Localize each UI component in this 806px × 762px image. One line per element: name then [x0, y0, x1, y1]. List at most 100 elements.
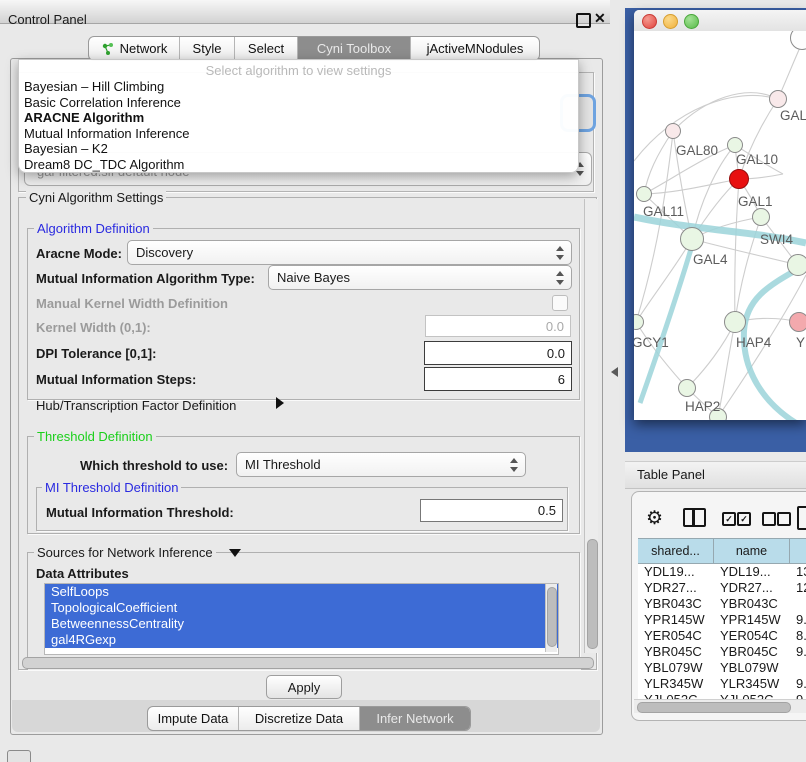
tab-jactivemnodules[interactable]: jActiveMNodules — [410, 37, 539, 60]
split-columns-icon[interactable] — [683, 508, 706, 527]
table-header: shared...nameA — [638, 538, 806, 564]
hub-definition-expander-label[interactable]: Hub/Transcription Factor Definition — [36, 398, 236, 413]
table-cell: 9. — [790, 644, 806, 660]
zoom-button[interactable] — [684, 14, 699, 29]
expand-right-icon[interactable] — [276, 397, 284, 409]
network-node[interactable] — [729, 169, 749, 189]
tab-impute-data[interactable]: Impute Data — [148, 707, 238, 730]
network-node[interactable] — [724, 311, 746, 333]
splitter-collapse-icon[interactable] — [611, 367, 618, 377]
collapse-down-icon[interactable] — [229, 549, 241, 557]
aracne-mode-select[interactable]: Discovery — [127, 240, 572, 265]
tab-network[interactable]: Network — [89, 37, 179, 60]
minimized-panel-button[interactable] — [7, 750, 31, 762]
data-attribute-item[interactable]: BetweennessCentrality — [45, 616, 558, 632]
table-row[interactable]: YLR345WYLR345W9. — [638, 676, 806, 692]
table-hscrollbar[interactable] — [634, 699, 806, 713]
algorithm-option[interactable]: Bayesian – Hill Climbing — [19, 79, 578, 95]
algorithm-placeholder-option: Select algorithm to view settings — [19, 60, 578, 79]
sources-title[interactable]: Sources for Network Inference — [34, 545, 216, 560]
aracne-mode-value: Discovery — [136, 245, 193, 260]
data-attributes-list[interactable]: SelfLoopsTopologicalCoefficientBetweenne… — [44, 583, 559, 655]
table-cell: 8. — [790, 628, 806, 644]
settings-hscrollbar-thumb[interactable] — [22, 657, 594, 669]
kernel-width-label: Kernel Width (0,1): — [36, 320, 151, 335]
node-label: GAL1 — [738, 194, 773, 209]
tab-style[interactable]: Style — [179, 37, 234, 60]
node-label: GAL — [780, 108, 806, 123]
network-node[interactable] — [769, 90, 787, 108]
table-row[interactable]: YBL079WYBL079W — [638, 660, 806, 676]
minimize-button[interactable] — [663, 14, 678, 29]
algorithm-option[interactable]: Dream8 DC_TDC Algorithm — [19, 157, 578, 173]
dpi-tolerance-label: DPI Tolerance [0,1]: — [36, 346, 156, 361]
table-cell: YBL079W — [714, 660, 790, 676]
network-window-titlebar[interactable] — [634, 10, 806, 32]
table-cell: YPR145W — [638, 612, 714, 628]
stepper-icon — [556, 271, 564, 285]
node-label: HAP4 — [736, 335, 771, 350]
column-header[interactable]: shared... — [638, 538, 714, 564]
manual-kernel-checkbox[interactable] — [552, 295, 568, 311]
table-row[interactable]: YBR043CYBR043C — [638, 596, 806, 612]
network-node[interactable] — [636, 186, 652, 202]
settings-hscrollbar[interactable] — [20, 655, 598, 669]
algorithm-option[interactable]: Basic Correlation Inference — [19, 95, 578, 111]
close-button[interactable] — [642, 14, 657, 29]
table-body: YDL19...YDL19...13YDR27...YDR27...12YBR0… — [638, 564, 806, 699]
column-header[interactable]: A — [790, 538, 806, 564]
table-row[interactable]: YJL052CYJL052C9 — [638, 692, 806, 699]
tab-discretize-data[interactable]: Discretize Data — [238, 707, 359, 730]
tab-cyni-toolbox[interactable]: Cyni Toolbox — [297, 37, 410, 60]
network-node[interactable] — [787, 254, 806, 276]
table-cell: YDL19... — [714, 564, 790, 580]
data-attribute-item[interactable]: SelfLoops — [45, 584, 558, 600]
data-attribute-item[interactable]: gal4RGexp — [45, 632, 558, 648]
network-node[interactable] — [789, 312, 806, 332]
settings-vscrollbar[interactable] — [584, 199, 598, 653]
dpi-tolerance-field[interactable]: 0.0 — [424, 341, 572, 365]
mi-steps-field[interactable]: 6 — [424, 367, 572, 391]
deselect-all-icon[interactable] — [762, 512, 776, 526]
list-scrollbar[interactable] — [545, 584, 557, 652]
table-cell: YER054C — [638, 628, 714, 644]
algorithm-option[interactable]: Bayesian – K2 — [19, 141, 578, 157]
select-all-icon[interactable]: ✓ — [737, 512, 751, 526]
table-cell: YLR345W — [638, 676, 714, 692]
close-panel-icon[interactable]: ✕ — [594, 10, 606, 27]
which-threshold-select[interactable]: MI Threshold — [236, 452, 526, 477]
network-node[interactable] — [678, 379, 696, 397]
table-cell — [790, 596, 806, 612]
file-icon[interactable] — [797, 506, 806, 530]
node-label: GCY1 — [634, 335, 669, 350]
mi-type-value: Naive Bayes — [277, 270, 350, 285]
table-hscrollbar-thumb[interactable] — [637, 702, 791, 713]
network-node[interactable] — [752, 208, 770, 226]
apply-button[interactable]: Apply — [266, 675, 342, 699]
algorithm-option[interactable]: Mutual Information Inference — [19, 126, 578, 142]
network-canvas[interactable]: GALGAL80GAL10GAL1GAL11SWI4GAL4GCY1HAP4YH… — [634, 31, 806, 420]
column-header[interactable]: name — [714, 538, 790, 564]
table-row[interactable]: YDR27...YDR27...12 — [638, 580, 806, 596]
table-row[interactable]: YBR045CYBR045C9. — [638, 644, 806, 660]
list-scrollbar-thumb[interactable] — [547, 587, 557, 647]
network-node[interactable] — [665, 123, 681, 139]
settings-vscrollbar-thumb[interactable] — [587, 539, 598, 649]
deselect-all-icon[interactable] — [777, 512, 791, 526]
select-all-icon[interactable]: ✓ — [722, 512, 736, 526]
tab-infer-network[interactable]: Infer Network — [359, 707, 470, 730]
data-attribute-item[interactable]: TopologicalCoefficient — [45, 600, 558, 616]
tab-select[interactable]: Select — [234, 37, 297, 60]
gear-icon[interactable]: ⚙ — [646, 507, 663, 530]
table-row[interactable]: YDL19...YDL19...13 — [638, 564, 806, 580]
mi-algorithm-type-select[interactable]: Naive Bayes — [268, 265, 572, 290]
float-window-icon[interactable] — [576, 13, 591, 28]
kernel-width-field[interactable]: 0.0 — [425, 315, 571, 337]
mi-threshold-field[interactable]: 0.5 — [420, 499, 563, 522]
table-row[interactable]: YPR145WYPR145W9. — [638, 612, 806, 628]
table-cell: YLR345W — [714, 676, 790, 692]
network-node[interactable] — [680, 227, 704, 251]
table-row[interactable]: YER054CYER054C8. — [638, 628, 806, 644]
network-node[interactable] — [727, 137, 743, 153]
algorithm-option[interactable]: ARACNE Algorithm — [19, 110, 578, 126]
